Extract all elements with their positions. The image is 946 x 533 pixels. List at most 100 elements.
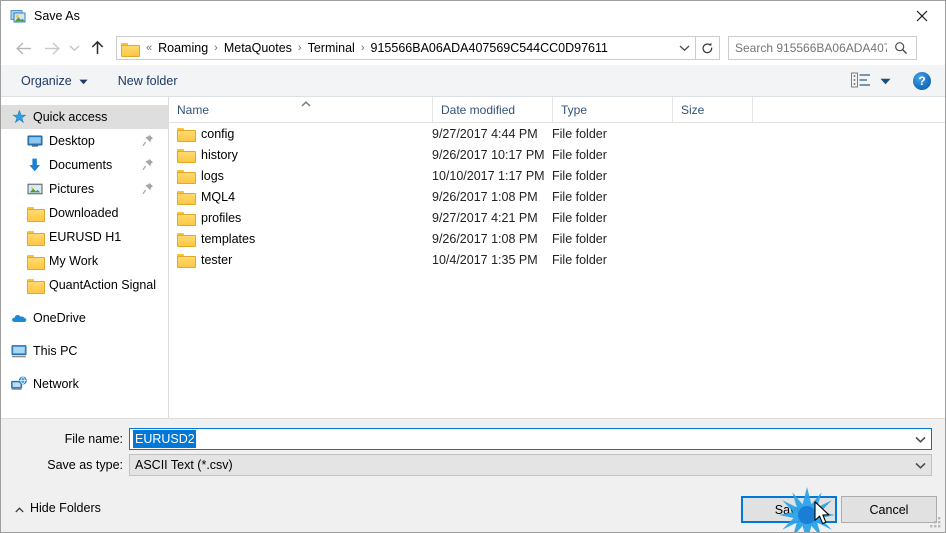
arrow-up-icon[interactable] <box>84 34 110 62</box>
table-row[interactable]: logs 10/10/2017 1:17 PM File folder <box>169 165 945 186</box>
sidebar-item-eurusd-h1[interactable]: EURUSD H1 <box>1 225 168 249</box>
view-layout-icon[interactable] <box>851 72 871 90</box>
folder-icon <box>177 210 196 226</box>
sidebar-item-label: EURUSD H1 <box>49 230 122 244</box>
breadcrumb-item-instance[interactable]: 915566BA06ADA407569C544CC0D97611 <box>369 37 610 59</box>
file-name-cell: profiles <box>177 210 242 226</box>
table-row[interactable]: tester 10/4/2017 1:35 PM File folder <box>169 249 945 270</box>
address-bar[interactable]: « Roaming › MetaQuotes › Terminal › 9155… <box>116 36 696 60</box>
table-row[interactable]: MQL4 9/26/2017 1:08 PM File folder <box>169 186 945 207</box>
refresh-icon[interactable] <box>696 36 720 60</box>
chevron-down-icon[interactable] <box>673 37 695 59</box>
save-button[interactable]: Save <box>741 496 837 523</box>
monitor-icon <box>11 343 27 359</box>
save-as-type-select[interactable]: ASCII Text (*.csv) <box>129 454 932 476</box>
monitor-icon <box>27 133 43 149</box>
arrow-right-icon[interactable] <box>38 34 64 62</box>
sidebar-item-quantaction-signal[interactable]: QuantAction Signal <box>1 273 168 297</box>
file-type-cell: File folder <box>552 252 607 267</box>
new-folder-button[interactable]: New folder <box>112 69 184 93</box>
sidebar-item-label: QuantAction Signal <box>49 278 157 292</box>
explorer-toolbar: Organize New folder ? <box>1 65 945 97</box>
file-type-cell: File folder <box>552 210 607 225</box>
breadcrumb-item-roaming[interactable]: Roaming <box>156 37 210 59</box>
folder-icon <box>177 189 196 205</box>
download-arrow-icon <box>27 157 43 173</box>
hide-folders-label: Hide Folders <box>30 501 101 515</box>
window-title: Save As <box>34 9 80 23</box>
pin-icon[interactable] <box>142 182 154 195</box>
sidebar-item-label: OneDrive <box>33 311 86 325</box>
file-name-label: profiles <box>201 210 242 225</box>
table-row[interactable]: config 9/27/2017 4:44 PM File folder <box>169 123 945 144</box>
sidebar-item-my-work[interactable]: My Work <box>1 249 168 273</box>
hide-folders-button[interactable]: Hide Folders <box>15 501 101 515</box>
help-icon[interactable]: ? <box>913 71 931 90</box>
picture-icon <box>10 8 26 24</box>
column-headers: Name Date modified Type Size <box>169 97 945 123</box>
file-date-cell: 9/26/2017 1:08 PM <box>432 231 538 246</box>
table-row[interactable]: templates 9/26/2017 1:08 PM File folder <box>169 228 945 249</box>
sidebar-item-downloaded[interactable]: Downloaded <box>1 201 168 225</box>
navigation-pane: Quick access Desktop Documents Pictures … <box>1 97 169 418</box>
pin-icon[interactable] <box>142 134 154 147</box>
column-header-size[interactable]: Size <box>672 97 752 123</box>
folder-icon <box>27 277 45 294</box>
folder-icon <box>121 41 140 57</box>
sidebar-item-label: Pictures <box>49 182 95 196</box>
chevron-down-icon[interactable] <box>909 455 931 475</box>
resize-grip-icon[interactable] <box>929 516 942 529</box>
sidebar-item-network[interactable]: Network <box>1 372 168 396</box>
sidebar-item-this-pc[interactable]: This PC <box>1 339 168 363</box>
cancel-button[interactable]: Cancel <box>841 496 937 523</box>
cancel-button-label: Cancel <box>869 502 909 517</box>
file-name-label: logs <box>201 168 224 183</box>
sort-ascending-icon <box>300 97 312 107</box>
breadcrumb-separator: › <box>297 42 302 54</box>
breadcrumb-item-terminal[interactable]: Terminal <box>306 37 357 59</box>
column-header-label: Name <box>177 103 210 117</box>
breadcrumb-prefix: « <box>146 42 153 54</box>
close-icon[interactable] <box>899 1 945 31</box>
file-name-cell: history <box>177 147 238 163</box>
sidebar-item-documents[interactable]: Documents <box>1 153 168 177</box>
pin-icon[interactable] <box>142 158 154 171</box>
folder-icon <box>177 252 196 268</box>
column-header-date-modified[interactable]: Date modified <box>432 97 552 123</box>
folder-icon <box>27 229 45 246</box>
folder-icon <box>177 147 196 163</box>
file-name-value: EURUSD2 <box>133 430 196 448</box>
breadcrumb-separator: › <box>214 42 218 54</box>
file-list-pane: Name Date modified Type Size config 9/27… <box>169 97 945 418</box>
folder-icon <box>177 168 196 184</box>
table-row[interactable]: history 9/26/2017 10:17 PM File folder <box>169 144 945 165</box>
arrow-left-icon[interactable] <box>10 34 38 62</box>
column-header-type[interactable]: Type <box>552 97 672 123</box>
sidebar-item-desktop[interactable]: Desktop <box>1 129 168 153</box>
title-bar: Save As <box>1 1 945 31</box>
file-name-cell: MQL4 <box>177 189 235 205</box>
file-type-cell: File folder <box>552 168 607 183</box>
sidebar-item-pictures[interactable]: Pictures <box>1 177 168 201</box>
search-box[interactable] <box>728 36 917 60</box>
folder-icon <box>27 253 45 270</box>
caret-down-icon[interactable] <box>880 74 891 88</box>
sidebar-item-onedrive[interactable]: OneDrive <box>1 306 168 330</box>
column-header-spacer <box>752 97 753 123</box>
breadcrumb-item-metaquotes[interactable]: MetaQuotes <box>222 37 294 59</box>
table-row[interactable]: profiles 9/27/2017 4:21 PM File folder <box>169 207 945 228</box>
file-name-label: config <box>201 126 235 141</box>
help-label: ? <box>918 73 926 88</box>
file-name-label: tester <box>201 252 233 267</box>
sidebar-item-quick-access[interactable]: Quick access <box>1 105 168 129</box>
chevron-down-icon[interactable] <box>64 34 84 62</box>
column-header-label: Size <box>681 103 705 117</box>
search-icon[interactable] <box>889 37 913 59</box>
chevron-down-icon[interactable] <box>909 429 931 449</box>
file-name-input[interactable]: EURUSD2 <box>129 428 932 450</box>
save-form: File name: EURUSD2 Save as type: ASCII T… <box>1 418 945 490</box>
organize-button[interactable]: Organize <box>15 69 94 93</box>
search-input[interactable] <box>729 38 889 58</box>
